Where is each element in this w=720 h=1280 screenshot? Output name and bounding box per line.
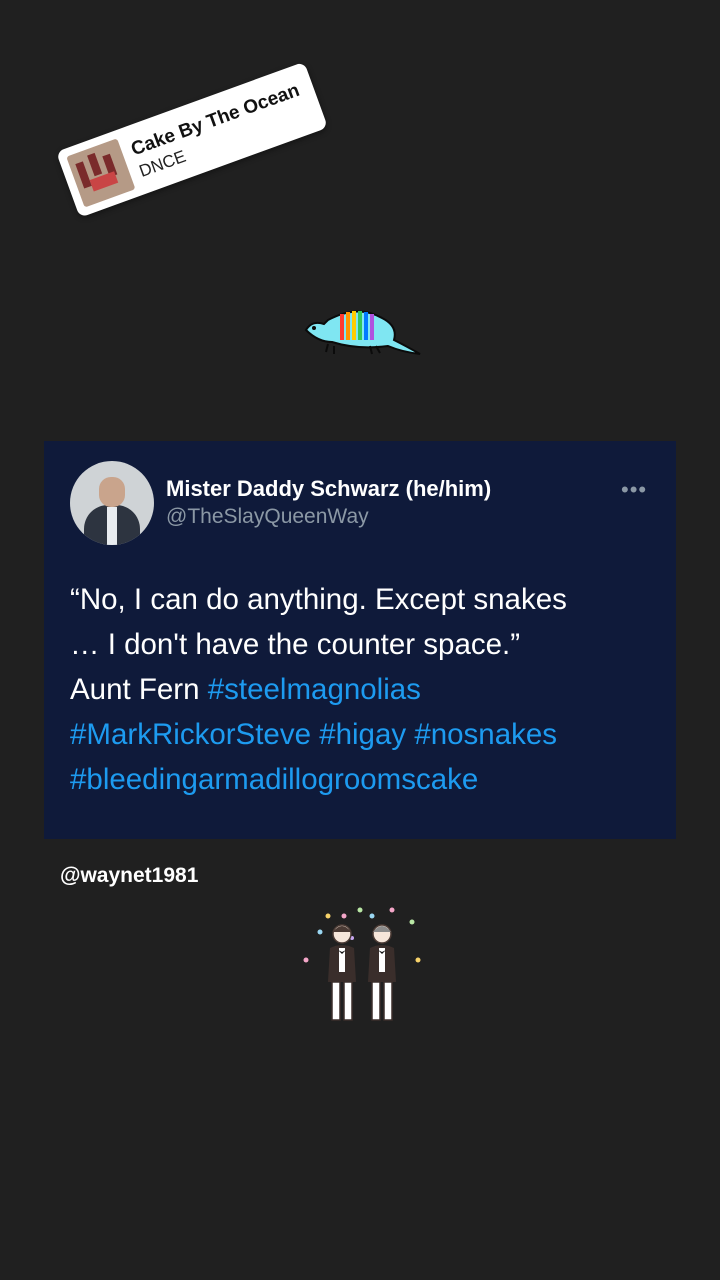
more-options-icon[interactable]: ••• bbox=[621, 477, 647, 503]
tweet-text: “No, I can do anything. Except snakes … … bbox=[70, 577, 660, 802]
rainbow-armadillo-icon bbox=[304, 310, 421, 355]
hashtag-higay[interactable]: #higay bbox=[319, 718, 406, 751]
username-tag[interactable]: @waynet1981 bbox=[60, 864, 198, 888]
hashtag-nosnakes[interactable]: #nosnakes bbox=[414, 718, 557, 751]
two-grooms-icon bbox=[303, 907, 421, 1021]
tweet-text-line3: Aunt Fern bbox=[70, 673, 200, 706]
tweet-text-line1: “No, I can do anything. Except snakes bbox=[70, 583, 567, 616]
music-sticker[interactable]: Cake By The Ocean DNCE bbox=[56, 61, 329, 218]
hashtag-markrickorsteve[interactable]: #MarkRickorSteve bbox=[70, 718, 311, 751]
tweet-card: Mister Daddy Schwarz (he/him) @TheSlayQu… bbox=[44, 441, 676, 839]
display-name[interactable]: Mister Daddy Schwarz (he/him) bbox=[166, 476, 491, 502]
song-title: Cake By The Ocean bbox=[128, 79, 303, 161]
album-art bbox=[66, 138, 136, 208]
handle[interactable]: @TheSlayQueenWay bbox=[166, 505, 369, 529]
hashtag-bleedingarmadillogroomscake[interactable]: #bleedingarmadillogroomscake bbox=[70, 763, 478, 796]
tweet-text-line2: … I don't have the counter space.” bbox=[70, 628, 521, 661]
avatar[interactable] bbox=[70, 461, 154, 545]
hashtag-steelmagnolias[interactable]: #steelmagnolias bbox=[208, 673, 421, 706]
